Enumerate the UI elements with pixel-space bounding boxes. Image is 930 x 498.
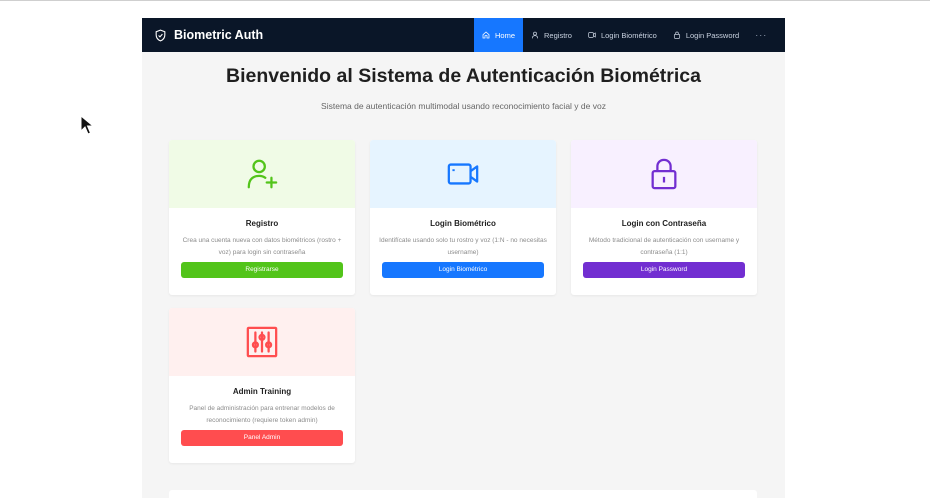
nav-item-label: Registro [544,30,572,40]
page-title: Bienvenido al Sistema de Autenticación B… [226,65,701,87]
shield-check-icon [155,29,166,42]
app-window: Biometric Auth Home Registro Login Biomé… [142,18,785,498]
navbar: Biometric Auth Home Registro Login Biomé… [142,18,785,52]
card-title: Login con Contraseña [621,219,707,228]
page-subtitle: Sistema de autenticación multimodal usan… [321,101,606,111]
brand-name: Biometric Auth [174,28,264,42]
nav-item-label: Login Password [685,30,740,40]
card-admin-training: Admin Training Panel de administración p… [169,308,355,463]
card-header [169,308,355,376]
card-description: Panel de administración para entrenar mo… [189,405,335,424]
nav-item-login-biometrico[interactable]: Login Biométrico [580,18,665,52]
video-icon [588,32,596,38]
user-add-icon [247,159,278,189]
login-biometric-button[interactable]: Login Biométrico [382,262,544,278]
nav-item-home[interactable]: Home [474,18,524,52]
card-description: Crea una cuenta nueva con datos biométri… [182,237,342,256]
footer-card [169,490,757,498]
card-header [571,140,757,208]
card-title: Admin Training [232,387,292,396]
nav-item-label: Login Biométrico [600,30,657,40]
nav-item-login-password[interactable]: Login Password [665,18,747,52]
nav-menu: Home Registro Login Biométrico Login Pas… [474,18,775,52]
lock-icon [651,158,677,190]
window-top-border [0,0,930,1]
card-title: Login Biométrico [430,219,496,228]
card-description: Identifícate usando solo tu rostro y voz… [379,237,547,256]
card-login-password: Login con Contraseña Método tradicional … [571,140,757,295]
register-button[interactable]: Registrarse [181,262,343,278]
brand[interactable]: Biometric Auth [154,18,263,52]
card-registro: Registro Crea una cuenta nueva con datos… [169,140,355,295]
admin-panel-button[interactable]: Panel Admin [181,430,343,446]
mouse-cursor-icon [80,115,94,135]
nav-item-label: Home [495,30,516,40]
login-password-button[interactable]: Login Password [583,262,745,278]
sliders-icon [246,326,278,358]
video-camera-icon [447,163,479,185]
home-icon [482,31,490,39]
card-header [169,140,355,208]
card-header [370,140,556,208]
lock-icon [673,31,680,39]
user-icon [531,31,539,39]
card-title: Registro [245,219,279,228]
card-description: Método tradicional de autenticación con … [588,237,740,256]
nav-item-registro[interactable]: Registro [523,18,580,52]
nav-more-button[interactable]: ··· [747,18,775,52]
card-login-biometrico: Login Biométrico Identifícate usando sol… [370,140,556,295]
